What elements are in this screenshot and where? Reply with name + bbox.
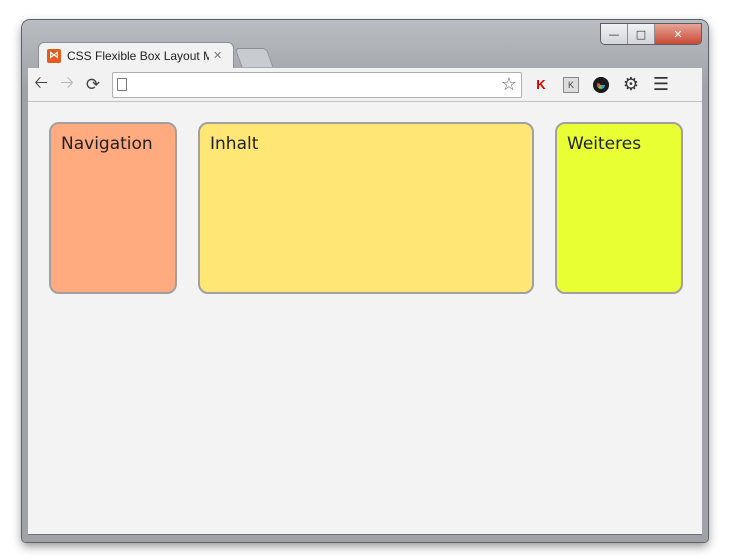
browser-tab[interactable]: ⋈ CSS Flexible Box Layout Mc ✕ [38, 42, 234, 68]
page-icon [117, 78, 127, 91]
page-content: Navigation Inhalt Weiteres [28, 102, 702, 535]
window-controls: — □ ✕ [600, 23, 702, 45]
tab-strip: ⋈ CSS Flexible Box Layout Mc ✕ [32, 42, 588, 68]
new-tab-button[interactable] [234, 48, 274, 67]
more-box: Weiteres [555, 122, 683, 294]
navigation-label: Navigation [61, 134, 153, 154]
more-label: Weiteres [567, 134, 642, 154]
address-input[interactable] [133, 76, 501, 93]
color-picker-icon[interactable] [590, 74, 612, 96]
gear-icon[interactable]: ⚙ [620, 74, 642, 96]
maximize-button[interactable]: □ [628, 24, 655, 44]
browser-window: — □ ✕ ⋈ CSS Flexible Box Layout Mc ✕ 🡠 🡢… [22, 20, 708, 542]
content-box: Inhalt [198, 122, 534, 294]
kaspersky-icon[interactable]: K [530, 74, 552, 96]
tab-title: CSS Flexible Box Layout Mc [67, 48, 209, 63]
address-bar[interactable]: ☆ [112, 71, 522, 98]
content-label: Inhalt [210, 134, 259, 154]
tab-close-icon[interactable]: ✕ [213, 49, 222, 62]
bookmark-star-icon[interactable]: ☆ [501, 74, 517, 95]
browser-toolbar: 🡠 🡢 ⟳ ☆ K K ⚙ ☰ [28, 68, 702, 102]
minimize-button[interactable]: — [601, 24, 628, 44]
kaspersky-keyboard-icon[interactable]: K [560, 74, 582, 96]
reload-icon[interactable]: ⟳ [80, 72, 106, 98]
menu-icon[interactable]: ☰ [650, 74, 672, 96]
close-window-button[interactable]: ✕ [655, 24, 701, 44]
xampp-icon: ⋈ [47, 48, 61, 63]
navigation-box: Navigation [49, 122, 177, 294]
back-arrow-icon[interactable]: 🡠 [28, 72, 54, 98]
forward-arrow-icon[interactable]: 🡢 [54, 72, 80, 98]
